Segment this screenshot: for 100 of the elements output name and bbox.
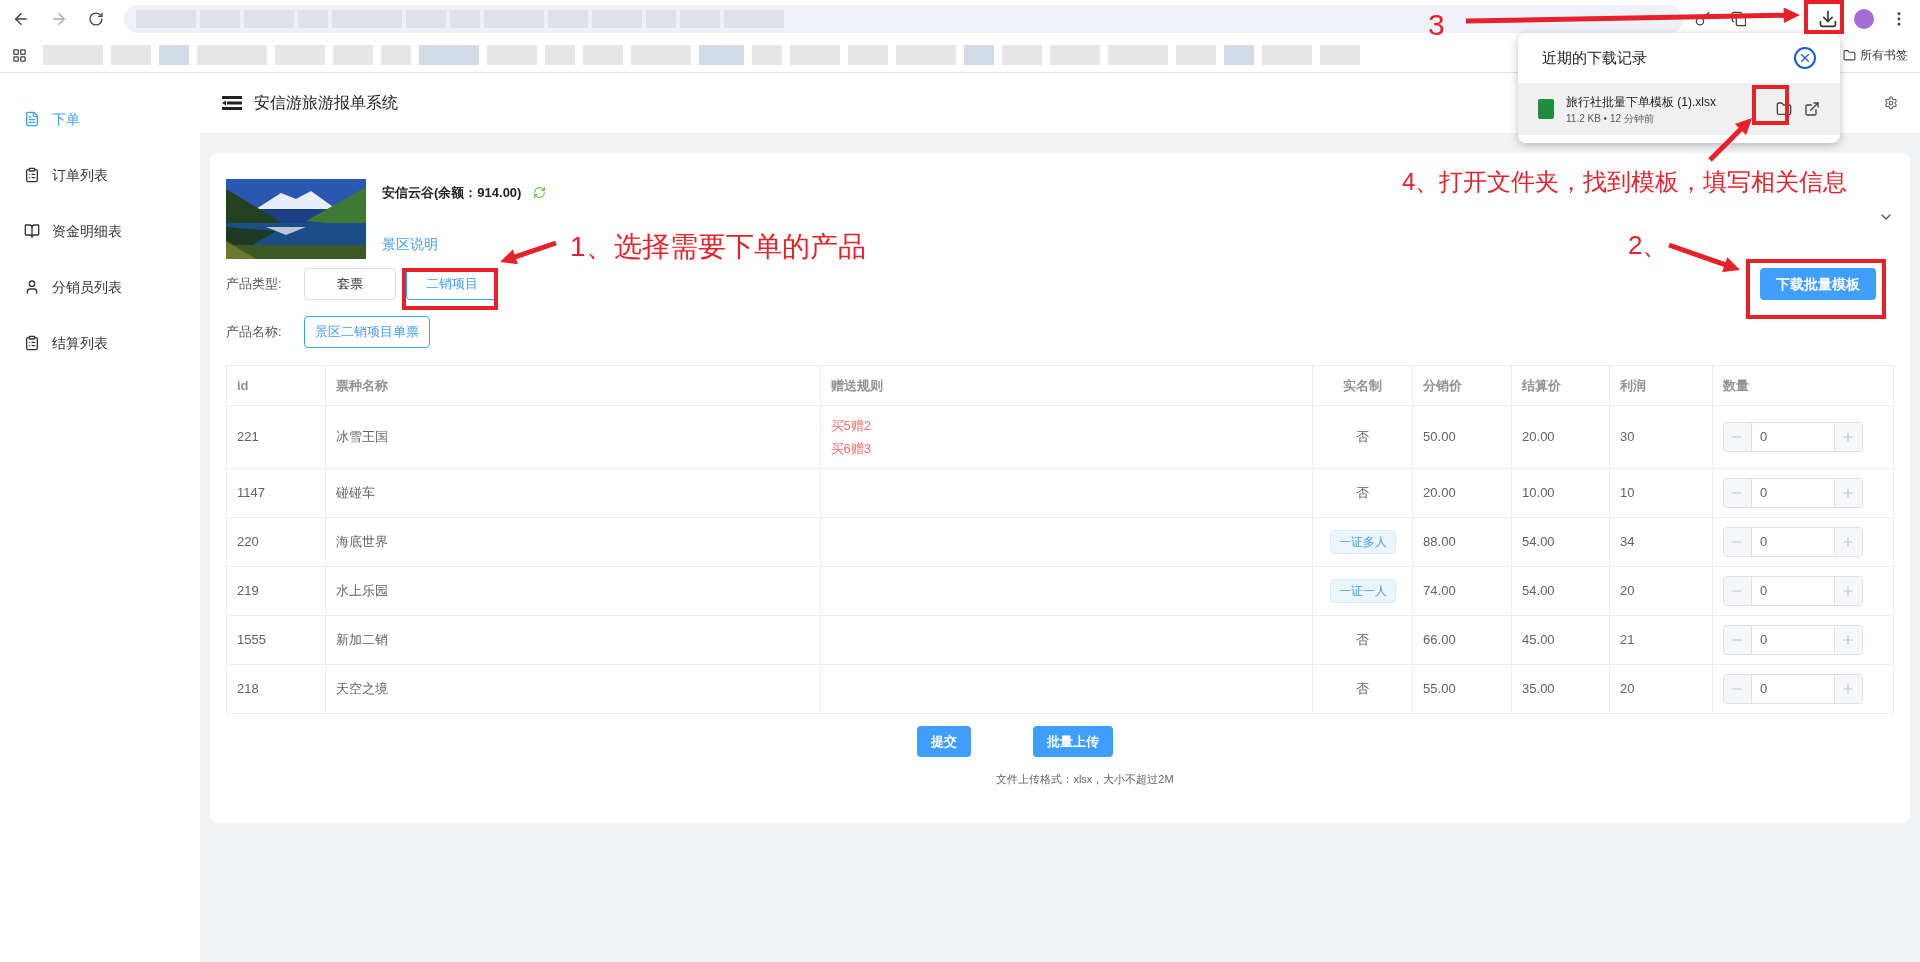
- real-name-text: 否: [1356, 681, 1370, 697]
- real-name-text: 否: [1356, 429, 1370, 445]
- table-cell: 221: [226, 405, 326, 469]
- column-header: 赠送规则: [820, 365, 1313, 406]
- annotation-text: 4、打开文件夹，找到模板，填写相关信息: [1402, 167, 1848, 197]
- folder-icon[interactable]: [1776, 101, 1792, 117]
- column-header: 结算价: [1511, 365, 1610, 406]
- table-cell: 50.00: [1412, 405, 1512, 469]
- reload-icon[interactable]: [87, 11, 104, 27]
- quantity-stepper[interactable]: 0: [1722, 674, 1863, 704]
- notebook-icon: [24, 223, 40, 239]
- plus-icon: [1841, 486, 1856, 500]
- table-cell: 88.00: [1412, 517, 1512, 567]
- quantity-stepper[interactable]: 0: [1722, 625, 1863, 655]
- filter-label: 产品名称:: [226, 323, 283, 342]
- real-name-text: 否: [1356, 632, 1370, 648]
- table-cell: 20.00: [1511, 405, 1610, 469]
- table-cell: 水上乐园: [325, 566, 821, 616]
- table-cell: 新加二销: [325, 615, 821, 665]
- product-balance: 安信云谷(余额：914.00): [382, 184, 522, 202]
- gift-rule: 买6赠3: [830, 439, 873, 458]
- column-header: 票种名称: [325, 365, 821, 406]
- clipboard-icon: [24, 167, 40, 183]
- table-cell: 冰雪王国: [325, 405, 821, 469]
- key-icon[interactable]: [1694, 11, 1711, 27]
- close-icon: [1798, 51, 1812, 65]
- annotation-text: 2、: [1628, 229, 1669, 262]
- plus-icon: [1841, 535, 1856, 549]
- table-cell: 海底世界: [325, 517, 821, 567]
- table-cell: 10: [1609, 468, 1713, 518]
- refresh-icon[interactable]: [533, 186, 547, 200]
- address-bar[interactable]: [123, 5, 1683, 33]
- download-icon[interactable]: [1818, 9, 1839, 29]
- sidebar-item[interactable]: 订单列表: [0, 147, 200, 203]
- person-icon: [24, 279, 40, 295]
- highlight-frame: [1804, 0, 1844, 34]
- table-cell: 220: [226, 517, 326, 567]
- table-cell: 45.00: [1511, 615, 1610, 665]
- document-icon: [24, 111, 40, 127]
- table-cell: 219: [226, 566, 326, 616]
- close-button[interactable]: [1794, 47, 1816, 69]
- quantity-stepper[interactable]: 0: [1722, 478, 1863, 508]
- download-item[interactable]: 旅行社批量下单模板 (1).xlsx 11.2 KB • 12 分钟前: [1518, 83, 1840, 135]
- real-name-tag: 一证一人: [1329, 579, 1396, 603]
- folder-icon[interactable]: [1843, 48, 1856, 62]
- quantity-stepper[interactable]: 0: [1722, 422, 1863, 452]
- spreadsheet-icon: [1538, 99, 1554, 119]
- app-title: 安信游旅游报单系统: [254, 93, 398, 113]
- table-cell: 20: [1609, 566, 1713, 616]
- quantity-stepper[interactable]: 0: [1722, 527, 1863, 557]
- filter-label: 产品类型:: [226, 275, 283, 294]
- popup-title: 近期的下载记录: [1542, 47, 1647, 68]
- sidebar-item[interactable]: 分销员列表: [0, 259, 200, 315]
- quantity-stepper[interactable]: 0: [1722, 576, 1863, 606]
- table-cell: 34: [1609, 517, 1713, 567]
- file-name: 旅行社批量下单模板 (1).xlsx: [1566, 93, 1716, 111]
- menu-fold-icon[interactable]: [222, 96, 242, 110]
- annotation-text: 1、选择需要下单的产品: [570, 230, 866, 264]
- apps-icon[interactable]: [12, 47, 27, 63]
- plus-icon: [1841, 682, 1856, 696]
- table-cell: 10.00: [1511, 468, 1610, 518]
- sidebar-item[interactable]: 资金明细表: [0, 203, 200, 259]
- back-icon[interactable]: [12, 10, 30, 28]
- highlight-frame: [1752, 85, 1789, 125]
- column-header: 分销价: [1412, 365, 1512, 406]
- upload-hint: 文件上传格式：xlsx，大小不超过2M: [996, 772, 1174, 787]
- annotation-text: 3: [1428, 7, 1445, 43]
- table-cell: 54.00: [1511, 517, 1610, 567]
- column-header: 数量: [1712, 365, 1894, 406]
- column-header: 利润: [1609, 365, 1713, 406]
- table-cell: 218: [226, 664, 326, 714]
- table-cell: 55.00: [1412, 664, 1512, 714]
- product-type-option[interactable]: 套票: [304, 268, 396, 300]
- table-cell: 74.00: [1412, 566, 1512, 616]
- table-cell: 20.00: [1412, 468, 1512, 518]
- table-cell: 35.00: [1511, 664, 1610, 714]
- table-cell: 54.00: [1511, 566, 1610, 616]
- real-name-text: 否: [1356, 485, 1370, 501]
- copy-icon[interactable]: [1730, 11, 1747, 27]
- table-cell: 1147: [226, 468, 326, 518]
- column-header: id: [226, 365, 326, 406]
- plus-icon: [1841, 633, 1856, 647]
- table-cell: 1555: [226, 615, 326, 665]
- table-cell: 碰碰车: [325, 468, 821, 518]
- table-cell: 天空之境: [325, 664, 821, 714]
- external-link-icon[interactable]: [1804, 101, 1820, 117]
- plus-icon: [1841, 430, 1856, 444]
- table-cell: 21: [1609, 615, 1713, 665]
- clipboard-icon: [24, 335, 40, 351]
- settings-icon[interactable]: [1884, 96, 1898, 110]
- table-cell: 66.00: [1412, 615, 1512, 665]
- file-meta: 11.2 KB • 12 分钟前: [1566, 111, 1655, 126]
- plus-icon: [1841, 584, 1856, 598]
- gift-rule: 买5赠2: [830, 417, 873, 435]
- all-bookmarks-link[interactable]: 所有书签: [1860, 46, 1908, 64]
- table-cell: 30: [1609, 405, 1713, 469]
- sidebar-item[interactable]: 结算列表: [0, 315, 200, 371]
- real-name-tag: 一证多人: [1329, 530, 1396, 554]
- quantity-field[interactable]: 0: [1751, 423, 1834, 451]
- avatar[interactable]: [1854, 9, 1875, 29]
